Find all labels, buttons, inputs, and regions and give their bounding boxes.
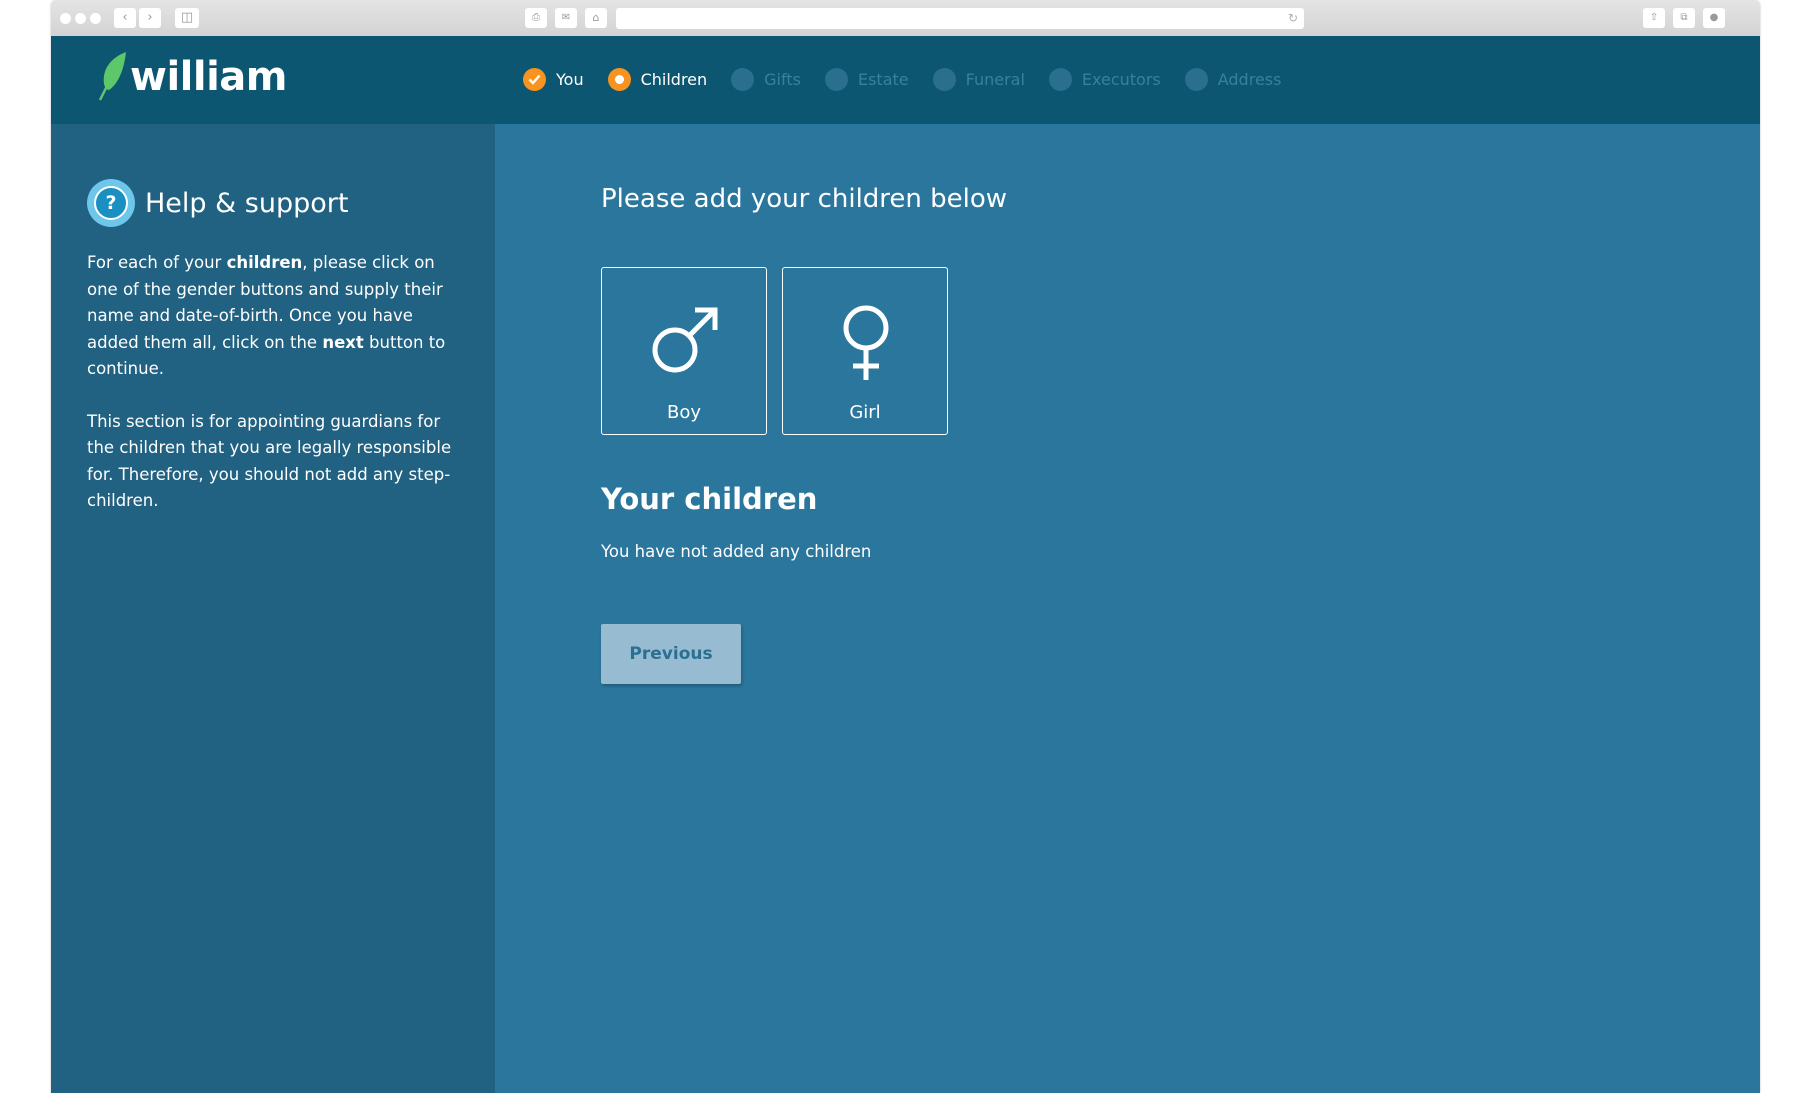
step-label: Funeral <box>965 69 1025 89</box>
window-close-dot[interactable] <box>60 13 71 24</box>
top-navigation: william You Children Gifts Estate Funera… <box>51 36 1760 124</box>
share-icon[interactable]: ⇧ <box>1643 8 1665 28</box>
step-label: Children <box>640 69 708 89</box>
male-symbol-icon <box>652 307 718 373</box>
browser-chrome: ‹ › ◫ ⎙ ✉ ⌂ ↻ ⇧ ⧉ ● <box>51 0 1760 37</box>
main-content: Please add your children below Boy Girl … <box>495 124 1760 1093</box>
help-paragraph-1: For each of your children, please click … <box>87 253 446 378</box>
children-section-title: Your children <box>601 482 818 516</box>
previous-button[interactable]: Previous <box>601 624 741 684</box>
question-icon: ? <box>87 179 135 227</box>
help-sidebar: ? Help & support For each of your childr… <box>51 124 495 1093</box>
help-paragraph-2: This section is for appointing guardians… <box>87 411 452 511</box>
step-gifts[interactable]: Gifts <box>731 67 801 91</box>
boy-label: Boy <box>666 402 701 423</box>
home-icon[interactable]: ⌂ <box>585 8 607 28</box>
step-label: Executors <box>1081 69 1161 89</box>
girl-button[interactable]: Girl <box>782 267 948 435</box>
progress-steps: You Children Gifts Estate Funeral Execut… <box>523 66 1305 92</box>
empty-children-message: You have not added any children <box>601 542 872 561</box>
download-icon[interactable]: ● <box>1703 8 1725 28</box>
pending-step-icon <box>932 67 956 91</box>
step-address[interactable]: Address <box>1184 67 1282 91</box>
step-label: Gifts <box>764 69 801 89</box>
boy-button[interactable]: Boy <box>601 267 767 435</box>
forward-icon[interactable]: › <box>139 8 161 28</box>
window-minimize-dot[interactable] <box>75 13 86 24</box>
browser-window: ‹ › ◫ ⎙ ✉ ⌂ ↻ ⇧ ⧉ ● william You Children… <box>51 0 1760 1093</box>
sidebar-toggle-icon[interactable]: ◫ <box>175 8 199 28</box>
step-executors[interactable]: Executors <box>1048 67 1161 91</box>
pending-step-icon <box>1184 67 1208 91</box>
step-label: Estate <box>857 69 909 89</box>
pending-step-icon <box>731 67 755 91</box>
tabs-icon[interactable]: ⧉ <box>1673 8 1695 28</box>
address-bar[interactable]: ↻ <box>616 8 1304 29</box>
step-label: Address <box>1217 69 1282 89</box>
print-icon[interactable]: ⎙ <box>525 8 547 28</box>
step-funeral[interactable]: Funeral <box>932 67 1025 91</box>
step-children[interactable]: Children <box>607 67 708 91</box>
window-zoom-dot[interactable] <box>90 13 101 24</box>
mail-icon[interactable]: ✉ <box>555 8 577 28</box>
help-text: For each of your children, please click … <box>87 250 467 541</box>
girl-label: Girl <box>849 402 881 423</box>
step-estate[interactable]: Estate <box>824 67 909 91</box>
help-title: Help & support <box>145 187 349 219</box>
step-label: You <box>556 69 584 89</box>
page-title: Please add your children below <box>601 184 1008 214</box>
current-step-icon <box>607 67 631 91</box>
logo-wordmark: william <box>130 54 287 100</box>
reload-icon[interactable]: ↻ <box>1288 8 1298 29</box>
back-icon[interactable]: ‹ <box>114 8 136 28</box>
step-you[interactable]: You <box>523 67 584 91</box>
pending-step-icon <box>824 67 848 91</box>
check-icon <box>523 67 546 91</box>
leaf-icon <box>98 52 126 101</box>
pending-step-icon <box>1048 67 1072 91</box>
help-header: ? Help & support <box>87 179 348 227</box>
female-symbol-icon <box>843 305 889 380</box>
